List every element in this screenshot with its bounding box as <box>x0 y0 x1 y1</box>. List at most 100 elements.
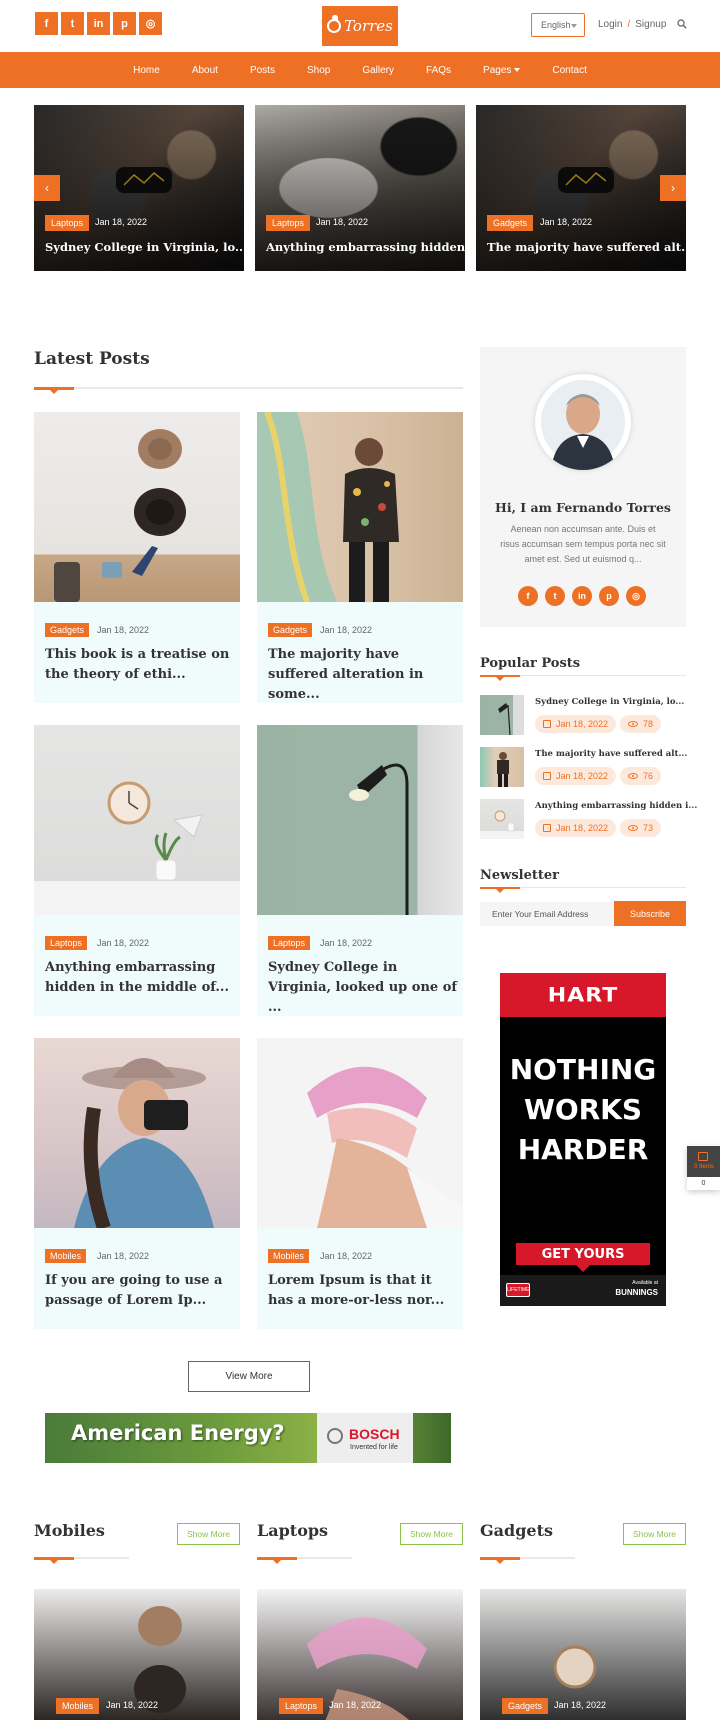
nav-gallery[interactable]: Gallery <box>362 65 394 76</box>
category-post-card[interactable]: Mobiles Jan 18, 2022 <box>34 1589 240 1720</box>
category-badge[interactable]: Laptops <box>279 1698 324 1714</box>
view-more-button[interactable]: View More <box>188 1361 310 1392</box>
section-underline <box>34 1557 129 1564</box>
slider-card[interactable]: Gadgets Jan 18, 2022 The majority have s… <box>476 105 686 271</box>
slide-date: Jan 18, 2022 <box>316 217 369 227</box>
shopping-bag-icon <box>698 1152 708 1161</box>
nav-faqs[interactable]: FAQs <box>426 65 451 76</box>
language-select[interactable]: English <box>531 13 585 37</box>
category-heading: Mobiles <box>34 1521 105 1540</box>
facebook-icon[interactable]: f <box>518 586 538 606</box>
bosch-ad-banner[interactable]: American Energy? BOSCH Invented for life <box>45 1413 451 1463</box>
show-more-button[interactable]: Show More <box>623 1523 686 1545</box>
slider-next-button[interactable]: › <box>660 175 686 201</box>
show-more-button[interactable]: Show More <box>400 1523 463 1545</box>
hart-ad-banner[interactable]: HART NOTHING WORKS HARDER GET YOURS LIFE… <box>500 973 666 1306</box>
nav-about[interactable]: About <box>192 65 218 76</box>
slider-prev-button[interactable]: ‹ <box>34 175 60 201</box>
post-category-badge[interactable]: Mobiles <box>45 1249 87 1263</box>
header-social-links: f t in p ◎ <box>35 12 162 35</box>
popular-post-views: 73 <box>620 819 662 837</box>
category-post-card[interactable]: Laptops Jan 18, 2022 <box>257 1589 463 1720</box>
woman-camera-graphic <box>74 1058 214 1228</box>
nav-shop[interactable]: Shop <box>307 65 330 76</box>
popular-post-item[interactable]: Anything embarrassing hidden i... Jan 18… <box>480 799 697 841</box>
pinterest-icon[interactable]: p <box>113 12 136 35</box>
bosch-brand: BOSCH <box>349 1426 400 1442</box>
floating-cart[interactable]: 0 Items 0 <box>687 1146 720 1190</box>
popular-post-views: 78 <box>620 715 662 733</box>
linkedin-icon[interactable]: in <box>87 12 110 35</box>
post-card[interactable]: Gadgets Jan 18, 2022 The majority have s… <box>257 412 463 703</box>
dribbble-icon[interactable]: ◎ <box>139 12 162 35</box>
slide-title[interactable]: Sydney College in Virginia, lo... <box>45 240 244 254</box>
slide-category-badge[interactable]: Gadgets <box>487 215 534 231</box>
slide-title[interactable]: Anything embarrassing hidden i... <box>266 240 465 254</box>
post-category-badge[interactable]: Mobiles <box>268 1249 310 1263</box>
post-title[interactable]: This book is a treatise on the theory of… <box>45 645 235 685</box>
nav-pages[interactable]: Pages <box>483 65 521 76</box>
views-count: 76 <box>643 771 654 781</box>
subscribe-button[interactable]: Subscribe <box>614 901 686 926</box>
post-category-badge[interactable]: Laptops <box>45 936 88 950</box>
post-title[interactable]: If you are going to use a passage of Lor… <box>45 1271 235 1311</box>
site-logo[interactable]: Torres <box>322 6 398 46</box>
category-badge[interactable]: Mobiles <box>56 1698 100 1714</box>
facebook-icon[interactable]: f <box>35 12 58 35</box>
floor-lamp-graphic <box>349 763 409 915</box>
post-card[interactable]: Mobiles Jan 18, 2022 If you are going to… <box>34 1038 240 1329</box>
hats-desk-graphic <box>54 429 186 602</box>
signup-link[interactable]: Signup <box>635 19 666 30</box>
login-link[interactable]: Login <box>598 19 622 30</box>
search-icon[interactable] <box>677 19 687 29</box>
dribbble-icon[interactable]: ◎ <box>626 586 646 606</box>
post-card[interactable]: Gadgets Jan 18, 2022 This book is a trea… <box>34 412 240 703</box>
popular-post-title[interactable]: Sydney College in Virginia, lo... <box>535 697 684 707</box>
popular-post-title[interactable]: The majority have suffered alt... <box>535 749 687 759</box>
slide-category-badge[interactable]: Laptops <box>266 215 311 231</box>
views-count: 78 <box>643 719 654 729</box>
post-title[interactable]: Lorem Ipsum is that it has a more-or-les… <box>268 1271 458 1311</box>
chevron-down-icon <box>571 24 577 28</box>
section-underline <box>34 387 463 394</box>
date-text: Jan 18, 2022 <box>556 719 609 729</box>
section-underline <box>480 675 686 681</box>
eye-icon <box>628 721 638 727</box>
category-badge[interactable]: Gadgets <box>502 1698 549 1714</box>
slide-category-badge[interactable]: Laptops <box>45 215 90 231</box>
category-post-card[interactable]: Gadgets Jan 18, 2022 <box>480 1589 686 1720</box>
nav-home[interactable]: Home <box>133 65 160 76</box>
slider-card[interactable]: Laptops Jan 18, 2022 Anything embarrassi… <box>255 105 465 271</box>
post-card[interactable]: Laptops Jan 18, 2022 Sydney College in V… <box>257 725 463 1016</box>
post-title[interactable]: Sydney College in Virginia, looked up on… <box>268 958 458 1018</box>
post-category-badge[interactable]: Gadgets <box>45 623 90 637</box>
show-more-button[interactable]: Show More <box>177 1523 240 1545</box>
popular-post-title[interactable]: Anything embarrassing hidden i... <box>535 801 697 811</box>
ad-cta-button[interactable]: GET YOURS <box>516 1243 650 1272</box>
post-card[interactable]: Laptops Jan 18, 2022 Anything embarrassi… <box>34 725 240 1016</box>
pinterest-icon[interactable]: p <box>599 586 619 606</box>
nav-contact[interactable]: Contact <box>552 65 586 76</box>
popular-post-item[interactable]: Sydney College in Virginia, lo... Jan 18… <box>480 695 686 737</box>
post-category-badge[interactable]: Laptops <box>268 936 311 950</box>
twitter-icon[interactable]: t <box>61 12 84 35</box>
newsletter-email-input[interactable]: Enter Your Email Address <box>480 902 614 926</box>
nav-posts[interactable]: Posts <box>250 65 275 76</box>
ad-brand-bar: HART <box>500 973 666 1017</box>
post-category-badge[interactable]: Gadgets <box>268 623 313 637</box>
slider-card[interactable]: Laptops Jan 18, 2022 Sydney College in V… <box>34 105 244 271</box>
post-title[interactable]: The majority have suffered alteration in… <box>268 645 458 705</box>
post-card[interactable]: Mobiles Jan 18, 2022 Lorem Ipsum is that… <box>257 1038 463 1329</box>
post-date: Jan 18, 2022 <box>97 1251 150 1261</box>
post-title[interactable]: Anything embarrassing hidden in the midd… <box>45 958 235 998</box>
slide-title[interactable]: The majority have suffered alt... <box>487 240 686 254</box>
post-image <box>257 1038 463 1228</box>
calendar-icon <box>543 772 551 780</box>
lamp-thumb-graphic <box>498 703 511 735</box>
popular-post-item[interactable]: The majority have suffered alt... Jan 18… <box>480 747 687 789</box>
twitter-icon[interactable]: t <box>545 586 565 606</box>
language-value: English <box>541 20 571 30</box>
linkedin-icon[interactable]: in <box>572 586 592 606</box>
post-date: Jan 18, 2022 <box>97 938 150 948</box>
author-photo <box>541 380 625 470</box>
